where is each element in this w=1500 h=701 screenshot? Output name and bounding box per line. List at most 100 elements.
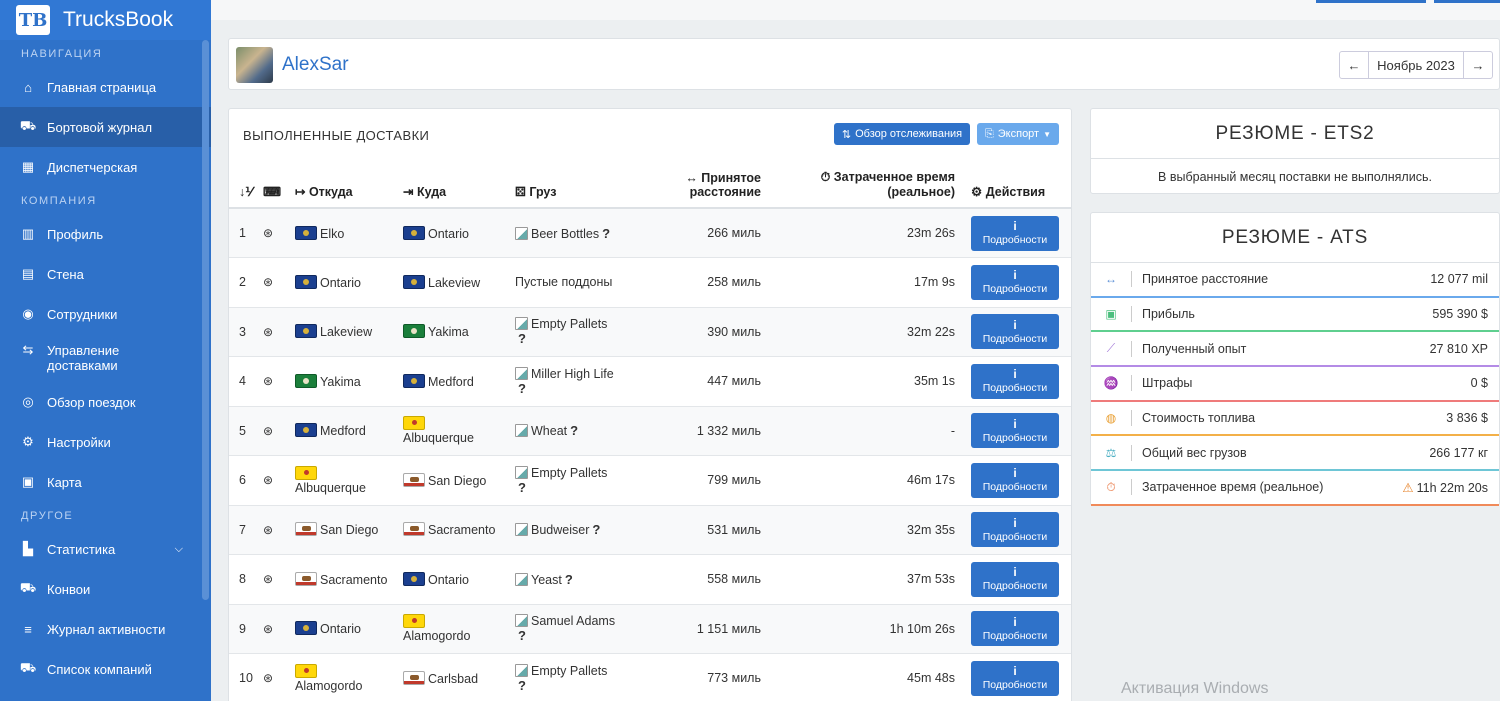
brand[interactable]: TB TrucksBook — [0, 0, 211, 40]
from-icon: ↦ — [295, 185, 309, 199]
to-cell: Alamogordo — [399, 604, 509, 654]
sidebar-item-gear[interactable]: ⚙ Настройки — [0, 422, 211, 462]
distance-cell: 773 миль — [659, 653, 769, 701]
summary-value: 595 390 $ — [1432, 307, 1499, 321]
topbar-accent — [1434, 0, 1500, 3]
question-icon[interactable]: ? — [518, 628, 526, 643]
details-button[interactable]: i Подробности — [971, 215, 1059, 251]
details-button[interactable]: i Подробности — [971, 660, 1059, 696]
sidebar-item-convoy[interactable]: ⛟ Конвои — [0, 569, 211, 609]
sidebar-item-comment[interactable]: ▤ Стена — [0, 254, 211, 294]
summary-value: 27 810 XP — [1430, 342, 1499, 356]
state-flag-icon — [295, 663, 317, 678]
sidebar-item-map[interactable]: ▣ Карта — [0, 462, 211, 502]
cargo-header: ⚄ Груз — [509, 159, 659, 209]
details-button[interactable]: i Подробности — [971, 264, 1059, 300]
sidebar-item-route[interactable]: ⇆ Управление доставками — [0, 334, 211, 382]
details-label: Подробности — [982, 481, 1048, 494]
details-label: Подробности — [982, 233, 1048, 246]
details-button[interactable]: i Подробности — [971, 462, 1059, 498]
table-row: 3 ⊛ Lakeview Yakima Empty Pallets? 390 м… — [229, 307, 1071, 357]
state-flag-icon — [295, 225, 317, 240]
row-number: 10 — [229, 653, 257, 701]
details-button[interactable]: i Подробности — [971, 512, 1059, 548]
from-city: Alamogordo — [295, 678, 363, 693]
details-button[interactable]: i Подробности — [971, 314, 1059, 350]
sidebar-item-trip[interactable]: ◎ Обзор поездок — [0, 382, 211, 422]
sort-header[interactable]: ↓⅟ — [229, 159, 257, 209]
to-city: Medford — [428, 374, 474, 389]
state-flag-icon — [295, 571, 317, 586]
export-button[interactable]: ⎘ Экспорт ▼ — [977, 123, 1059, 145]
from-cell: Yakima — [291, 356, 399, 407]
question-icon[interactable]: ? — [518, 678, 526, 693]
summary-row: ▣ Прибыль 595 390 $ — [1091, 298, 1499, 333]
globe-icon: ⊛ — [263, 473, 274, 488]
chevron-down-icon[interactable]: ⌵ — [175, 543, 183, 556]
question-icon[interactable]: ? — [518, 480, 526, 495]
state-flag-icon — [295, 465, 317, 480]
sidebar-nav: НАВИГАЦИЯ ⌂ Главная страница ⛟ Бортовой журн… — [0, 40, 211, 689]
sidebar-item-users[interactable]: ◉ Сотрудники — [0, 294, 211, 334]
from-cell: Ontario — [291, 257, 399, 308]
sidebar-item-list[interactable]: ≡ Журнал активности — [0, 609, 211, 649]
table-row: 10 ⊛ Alamogordo Carlsbad Empty Pallets? … — [229, 653, 1071, 701]
users-icon: ◉ — [22, 306, 34, 321]
game-cell: ⊛ — [257, 307, 291, 357]
details-button[interactable]: i Подробности — [971, 363, 1059, 399]
from-city: Albuquerque — [295, 480, 366, 495]
question-icon[interactable]: ? — [570, 423, 578, 438]
time-cell: 32m 35s — [769, 505, 963, 555]
question-icon[interactable]: ? — [518, 331, 526, 346]
question-icon[interactable]: ? — [518, 381, 526, 396]
sidebar-item-home[interactable]: ⌂ Главная страница — [0, 67, 211, 107]
next-month-button[interactable]: → — [1464, 52, 1492, 78]
tracking-overview-button[interactable]: ⇅ Обзор отслеживания — [834, 123, 970, 145]
scale-icon: ⚖ — [1105, 445, 1117, 460]
details-label: Подробности — [982, 332, 1048, 345]
divider — [1131, 444, 1132, 461]
sidebar-item-dispatch[interactable]: ▦ Диспетчерская — [0, 147, 211, 187]
summary-ats-card: РЕЗЮМЕ - ATS ↔ Принятое расстояние 12 07… — [1090, 212, 1500, 506]
sidebar-scrollbar[interactable] — [202, 40, 209, 600]
to-header-label: Куда — [416, 185, 447, 199]
actions-cell: i Подробности — [963, 604, 1071, 654]
cargo-cell: Пустые поддоны — [509, 257, 659, 308]
cargo-image-icon — [515, 663, 528, 677]
details-button[interactable]: i Подробности — [971, 561, 1059, 597]
globe-icon: ⊛ — [263, 324, 274, 339]
sidebar-item-building[interactable]: ▥ Профиль — [0, 214, 211, 254]
from-city: Sacramento — [320, 572, 388, 587]
cargo-name: Пустые поддоны — [515, 275, 613, 290]
month-label[interactable]: Ноябрь 2023 — [1368, 52, 1464, 78]
to-city: Albuquerque — [403, 431, 474, 446]
sidebar-item-chart[interactable]: ▙ Статистика ⌵ — [0, 529, 211, 569]
stopwatch-icon: ⏱ — [820, 170, 834, 184]
question-icon[interactable]: ? — [565, 572, 573, 587]
details-label: Подробности — [982, 679, 1048, 692]
avatar[interactable] — [236, 47, 273, 83]
distance-cell: 447 миль — [659, 356, 769, 407]
globe-icon: ⊛ — [263, 275, 274, 290]
summary-label: Прибыль — [1142, 307, 1195, 322]
time-header-line1: Затраченное время — [833, 170, 955, 184]
details-button[interactable]: i Подробности — [971, 413, 1059, 449]
details-label: Подробности — [982, 580, 1048, 593]
chart-line-icon: ⟋ — [1106, 341, 1116, 356]
question-icon[interactable]: ? — [592, 522, 600, 537]
row-number: 7 — [229, 505, 257, 555]
from-cell: Elko — [291, 208, 399, 258]
summary-value-text: 12 077 mil — [1430, 272, 1488, 287]
sidebar-item-companies[interactable]: ⛟ Список компаний — [0, 649, 211, 689]
prev-month-button[interactable]: ← — [1340, 52, 1368, 78]
profile-name[interactable]: AlexSar — [282, 54, 349, 76]
globe-icon: ⊛ — [263, 671, 274, 686]
state-flag-icon — [295, 373, 317, 388]
question-icon[interactable]: ? — [602, 226, 610, 241]
details-button[interactable]: i Подробности — [971, 611, 1059, 647]
sidebar-item-truck[interactable]: ⛟ Бортовой журнал — [0, 107, 211, 147]
export-label: Экспорт — [997, 128, 1040, 140]
cargo-name: Yeast — [531, 572, 562, 587]
state-flag-icon — [403, 225, 425, 240]
time-cell: 1h 10m 26s — [769, 604, 963, 654]
